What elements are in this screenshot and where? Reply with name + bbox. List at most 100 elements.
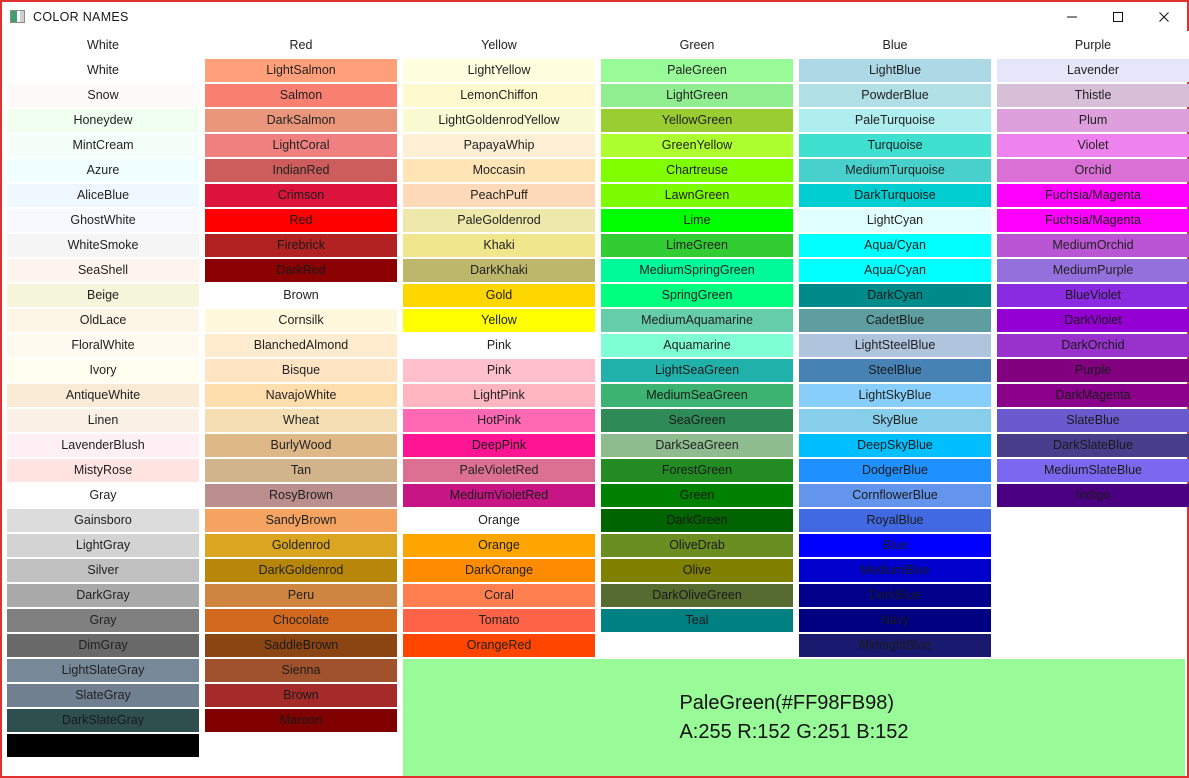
color-swatch[interactable]: DarkSalmon xyxy=(205,109,397,132)
color-swatch[interactable]: Brown xyxy=(205,684,397,707)
color-swatch[interactable]: GreenYellow xyxy=(601,134,793,157)
color-swatch[interactable]: Chartreuse xyxy=(601,159,793,182)
color-swatch[interactable]: DarkSeaGreen xyxy=(601,434,793,457)
color-swatch[interactable]: SkyBlue xyxy=(799,409,991,432)
color-swatch[interactable]: PeachPuff xyxy=(403,184,595,207)
color-swatch[interactable]: SlateGray xyxy=(7,684,199,707)
color-swatch[interactable]: Orange xyxy=(403,534,595,557)
color-swatch[interactable]: Lavender xyxy=(997,59,1189,82)
color-swatch[interactable]: Aqua/Cyan xyxy=(799,259,991,282)
color-swatch[interactable]: DarkKhaki xyxy=(403,259,595,282)
color-swatch[interactable]: LightPink xyxy=(403,384,595,407)
color-swatch[interactable]: Honeydew xyxy=(7,109,199,132)
color-swatch[interactable]: PaleTurquoise xyxy=(799,109,991,132)
color-swatch[interactable]: Azure xyxy=(7,159,199,182)
color-swatch[interactable]: LightCoral xyxy=(205,134,397,157)
color-swatch[interactable]: DarkOliveGreen xyxy=(601,584,793,607)
close-button[interactable] xyxy=(1141,2,1187,31)
color-swatch[interactable]: MediumPurple xyxy=(997,259,1189,282)
color-swatch[interactable]: Plum xyxy=(997,109,1189,132)
color-swatch[interactable]: Teal xyxy=(601,609,793,632)
color-swatch[interactable]: BlueViolet xyxy=(997,284,1189,307)
color-swatch[interactable]: PapayaWhip xyxy=(403,134,595,157)
color-swatch[interactable]: Aquamarine xyxy=(601,334,793,357)
color-swatch[interactable]: Coral xyxy=(403,584,595,607)
color-swatch[interactable]: MediumSpringGreen xyxy=(601,259,793,282)
color-swatch[interactable]: Chocolate xyxy=(205,609,397,632)
color-swatch[interactable]: Indigo xyxy=(997,484,1189,507)
color-swatch[interactable]: Blue xyxy=(799,534,991,557)
color-swatch[interactable]: SpringGreen xyxy=(601,284,793,307)
color-swatch[interactable]: SteelBlue xyxy=(799,359,991,382)
color-swatch[interactable]: MediumSeaGreen xyxy=(601,384,793,407)
color-swatch[interactable]: Lime xyxy=(601,209,793,232)
color-swatch[interactable]: SaddleBrown xyxy=(205,634,397,657)
color-swatch[interactable]: DarkTurquoise xyxy=(799,184,991,207)
color-swatch[interactable]: IndianRed xyxy=(205,159,397,182)
color-swatch[interactable]: Fuchsia/Magenta xyxy=(997,209,1189,232)
color-swatch[interactable]: Snow xyxy=(7,84,199,107)
color-swatch[interactable]: DarkSlateBlue xyxy=(997,434,1189,457)
color-swatch[interactable]: AliceBlue xyxy=(7,184,199,207)
color-swatch[interactable]: Crimson xyxy=(205,184,397,207)
color-swatch[interactable]: Gainsboro xyxy=(7,509,199,532)
color-swatch[interactable]: Violet xyxy=(997,134,1189,157)
color-swatch[interactable]: SeaGreen xyxy=(601,409,793,432)
color-swatch[interactable]: Gold xyxy=(403,284,595,307)
color-swatch[interactable]: DarkGreen xyxy=(601,509,793,532)
color-swatch[interactable]: HotPink xyxy=(403,409,595,432)
color-swatch[interactable]: Yellow xyxy=(403,309,595,332)
color-swatch[interactable]: PowderBlue xyxy=(799,84,991,107)
color-swatch[interactable]: MediumBlue xyxy=(799,559,991,582)
color-swatch[interactable]: LightGoldenrodYellow xyxy=(403,109,595,132)
color-swatch[interactable]: Silver xyxy=(7,559,199,582)
color-swatch[interactable]: MintCream xyxy=(7,134,199,157)
color-swatch[interactable]: Tomato xyxy=(403,609,595,632)
color-swatch[interactable]: MediumOrchid xyxy=(997,234,1189,257)
color-swatch[interactable]: LightGray xyxy=(7,534,199,557)
color-swatch[interactable]: DarkRed xyxy=(205,259,397,282)
color-swatch[interactable]: CornflowerBlue xyxy=(799,484,991,507)
color-swatch[interactable]: CadetBlue xyxy=(799,309,991,332)
color-swatch[interactable]: Aqua/Cyan xyxy=(799,234,991,257)
color-swatch[interactable]: Cornsilk xyxy=(205,309,397,332)
color-swatch[interactable]: LightSteelBlue xyxy=(799,334,991,357)
color-swatch[interactable]: ForestGreen xyxy=(601,459,793,482)
color-swatch[interactable]: Peru xyxy=(205,584,397,607)
color-swatch[interactable]: Wheat xyxy=(205,409,397,432)
color-swatch[interactable]: DarkCyan xyxy=(799,284,991,307)
color-swatch[interactable]: DarkOrchid xyxy=(997,334,1189,357)
color-swatch[interactable]: Sienna xyxy=(205,659,397,682)
color-swatch[interactable]: Green xyxy=(601,484,793,507)
color-swatch[interactable]: LightSkyBlue xyxy=(799,384,991,407)
color-swatch[interactable]: Salmon xyxy=(205,84,397,107)
color-swatch[interactable]: LightSeaGreen xyxy=(601,359,793,382)
color-swatch[interactable]: SeaShell xyxy=(7,259,199,282)
color-swatch[interactable]: MistyRose xyxy=(7,459,199,482)
color-swatch[interactable]: Orchid xyxy=(997,159,1189,182)
color-swatch[interactable]: DeepSkyBlue xyxy=(799,434,991,457)
color-swatch[interactable]: DarkSlateGray xyxy=(7,709,199,732)
color-swatch[interactable]: Tan xyxy=(205,459,397,482)
color-swatch[interactable]: Bisque xyxy=(205,359,397,382)
color-swatch[interactable]: BurlyWood xyxy=(205,434,397,457)
color-swatch[interactable]: MediumTurquoise xyxy=(799,159,991,182)
color-swatch[interactable]: DarkGoldenrod xyxy=(205,559,397,582)
color-swatch[interactable]: Maroon xyxy=(205,709,397,732)
color-swatch[interactable]: Gray xyxy=(7,609,199,632)
color-swatch[interactable]: FloralWhite xyxy=(7,334,199,357)
color-swatch[interactable]: Red xyxy=(205,209,397,232)
color-swatch[interactable]: Linen xyxy=(7,409,199,432)
color-swatch[interactable]: DarkOrange xyxy=(403,559,595,582)
color-swatch[interactable]: LightSlateGray xyxy=(7,659,199,682)
color-swatch[interactable]: PaleGreen xyxy=(601,59,793,82)
color-swatch[interactable]: PaleGoldenrod xyxy=(403,209,595,232)
color-swatch[interactable]: DarkMagenta xyxy=(997,384,1189,407)
minimize-button[interactable] xyxy=(1049,2,1095,31)
color-swatch[interactable]: RosyBrown xyxy=(205,484,397,507)
color-swatch[interactable]: LightSalmon xyxy=(205,59,397,82)
color-swatch[interactable]: MidnightBlue xyxy=(799,634,991,657)
color-swatch[interactable]: Moccasin xyxy=(403,159,595,182)
color-swatch[interactable]: LightGreen xyxy=(601,84,793,107)
color-swatch[interactable]: DimGray xyxy=(7,634,199,657)
